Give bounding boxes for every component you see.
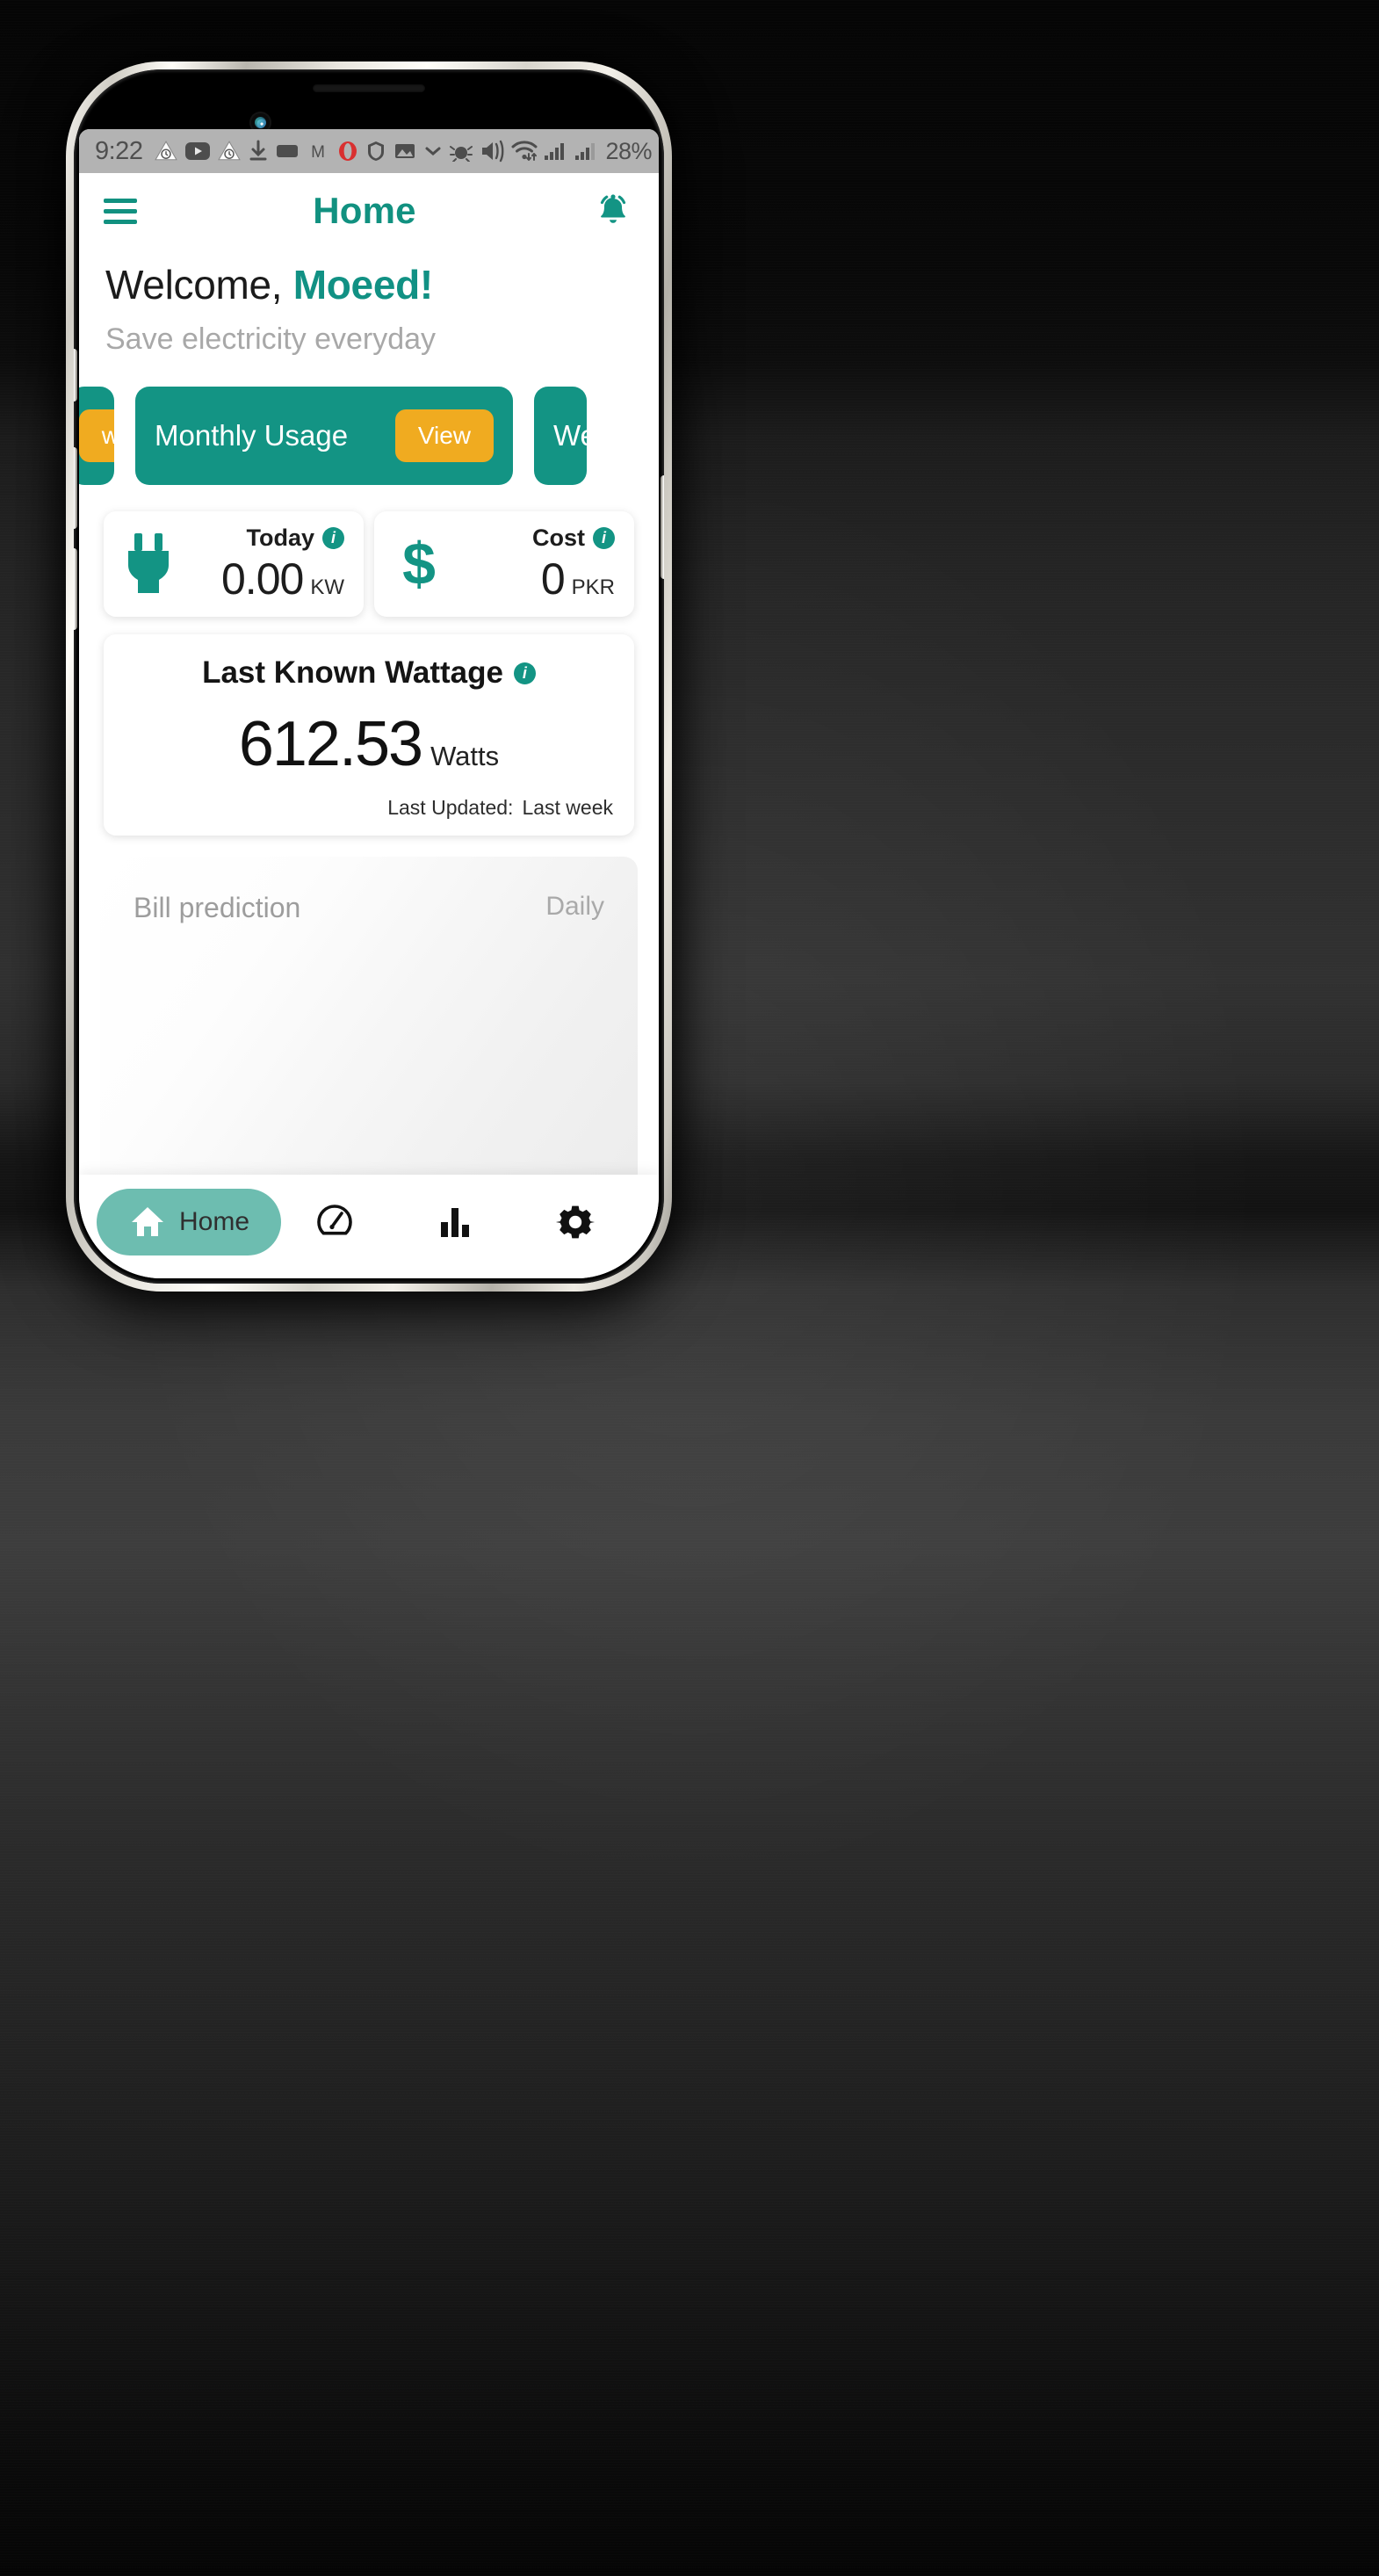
power-plug-icon bbox=[123, 532, 174, 597]
wattage-number: 612.53 bbox=[238, 709, 423, 779]
youtube-icon bbox=[185, 141, 211, 161]
nav-label-home: Home bbox=[178, 1207, 250, 1236]
earpiece-speaker bbox=[313, 84, 425, 92]
stat-label-cost: Cost bbox=[532, 524, 585, 551]
bug-icon bbox=[450, 141, 473, 162]
nav-item-home[interactable]: Home bbox=[97, 1189, 281, 1255]
stat-unit-today: KW bbox=[310, 575, 344, 599]
svg-text:M: M bbox=[312, 143, 326, 162]
info-icon[interactable]: i bbox=[322, 526, 344, 549]
view-button[interactable]: View bbox=[394, 409, 494, 462]
m-app-icon: M bbox=[307, 141, 329, 162]
screenshot-icon bbox=[393, 141, 416, 162]
welcome-subtitle: Save electricity everyday bbox=[105, 322, 437, 356]
stat-unit-cost: PKR bbox=[571, 575, 615, 599]
stat-value-today: 0.00 KW bbox=[221, 554, 344, 604]
promo-card-previous[interactable]: w bbox=[79, 387, 114, 485]
shield-icon bbox=[366, 141, 386, 162]
volume-down-button[interactable] bbox=[74, 548, 77, 630]
bell-ringing-icon[interactable] bbox=[592, 190, 634, 232]
hamburger-menu-icon[interactable] bbox=[104, 198, 137, 224]
promo-carousel[interactable]: w Monthly Usage View We bbox=[79, 383, 659, 488]
info-icon[interactable]: i bbox=[593, 526, 615, 549]
last-known-wattage-card[interactable]: Last Known Wattage i 612.53 Watts Last U… bbox=[104, 634, 634, 836]
bill-prediction-card[interactable]: Bill prediction Daily bbox=[100, 857, 638, 1217]
wattage-header: Last Known Wattage i bbox=[125, 655, 613, 691]
promo-card-title: Monthly Usage bbox=[155, 419, 349, 452]
wattage-updated-row: Last Updated: Last week bbox=[125, 796, 613, 820]
stat-number-today: 0.00 bbox=[221, 554, 304, 604]
mute-switch-button[interactable] bbox=[74, 349, 77, 402]
stat-label-today: Today bbox=[246, 524, 314, 551]
nav-item-settings[interactable] bbox=[521, 1189, 641, 1255]
sd-card-icon bbox=[276, 141, 299, 161]
signal-sim2-icon bbox=[574, 141, 599, 162]
nav-item-statistics[interactable] bbox=[401, 1189, 522, 1255]
wattage-updated-label: Last Updated: bbox=[387, 796, 514, 819]
download-icon bbox=[249, 140, 268, 163]
chevron-down-icon bbox=[424, 144, 442, 158]
wattage-title: Last Known Wattage bbox=[202, 655, 503, 690]
promo-card-next[interactable]: We bbox=[534, 387, 587, 485]
phone-device-frame: 9:22 M 28% Home Welcome, Moeed! Save ele… bbox=[66, 62, 672, 1292]
stat-number-cost: 0 bbox=[540, 554, 566, 604]
stat-head-cost: Cost i bbox=[532, 525, 615, 552]
wattage-value-row: 612.53 Watts bbox=[125, 708, 613, 780]
page-title: Home bbox=[313, 190, 416, 231]
status-bar: 9:22 M 28% bbox=[79, 129, 659, 173]
stat-body-cost: Cost i 0 PKR bbox=[457, 525, 615, 604]
phone-bezel: 9:22 M 28% Home Welcome, Moeed! Save ele… bbox=[74, 69, 664, 1284]
status-time: 9:22 bbox=[95, 136, 143, 165]
signal-sim1-icon bbox=[544, 141, 568, 162]
volume-up-button[interactable] bbox=[74, 447, 77, 529]
status-right-group: 28% bbox=[450, 138, 659, 165]
wifi-icon bbox=[511, 140, 538, 163]
promo-card-monthly-usage[interactable]: Monthly Usage View bbox=[135, 387, 513, 485]
welcome-username: Moeed! bbox=[292, 262, 434, 308]
promo-card-next-title: We bbox=[553, 419, 587, 452]
speedometer-icon bbox=[314, 1202, 355, 1242]
bottom-navigation-bar: Home bbox=[79, 1175, 659, 1278]
alarm-warning-icon bbox=[218, 140, 242, 163]
alarm-warning-icon bbox=[155, 140, 178, 163]
vibrate-icon bbox=[479, 140, 505, 163]
dollar-sign-icon: $ bbox=[393, 532, 444, 597]
bar-chart-icon bbox=[436, 1203, 474, 1241]
wattage-updated-value: Last week bbox=[522, 796, 613, 819]
welcome-section: Welcome, Moeed! Save electricity everyda… bbox=[79, 249, 659, 357]
bill-prediction-title: Bill prediction bbox=[134, 892, 301, 923]
home-icon bbox=[128, 1203, 167, 1241]
phone-screen: 9:22 M 28% Home Welcome, Moeed! Save ele… bbox=[79, 129, 659, 1278]
welcome-heading: Welcome, Moeed! bbox=[105, 261, 632, 308]
bill-prediction-range[interactable]: Daily bbox=[545, 892, 604, 922]
stat-value-cost: 0 PKR bbox=[541, 554, 615, 604]
stat-card-cost[interactable]: $ Cost i 0 PKR bbox=[374, 511, 634, 617]
battery-percent-label: 28% bbox=[605, 137, 652, 164]
stat-cards-row: Today i 0.00 KW $ Cost i 0 PKR bbox=[79, 488, 659, 617]
stat-body-today: Today i 0.00 KW bbox=[186, 525, 344, 604]
nav-item-meter[interactable] bbox=[281, 1189, 401, 1255]
opera-icon bbox=[337, 141, 358, 162]
app-bar: Home bbox=[79, 173, 659, 249]
stat-head-today: Today i bbox=[246, 525, 344, 552]
stat-card-today[interactable]: Today i 0.00 KW bbox=[104, 511, 364, 617]
battery-charging-icon bbox=[658, 140, 659, 163]
gear-icon bbox=[555, 1202, 596, 1242]
svg-text:$: $ bbox=[402, 532, 436, 597]
welcome-greeting: Welcome, bbox=[105, 262, 293, 308]
info-icon[interactable]: i bbox=[513, 662, 536, 684]
power-button[interactable] bbox=[661, 475, 664, 579]
view-button-previous[interactable]: w bbox=[79, 409, 114, 462]
wattage-unit: Watts bbox=[430, 741, 500, 771]
